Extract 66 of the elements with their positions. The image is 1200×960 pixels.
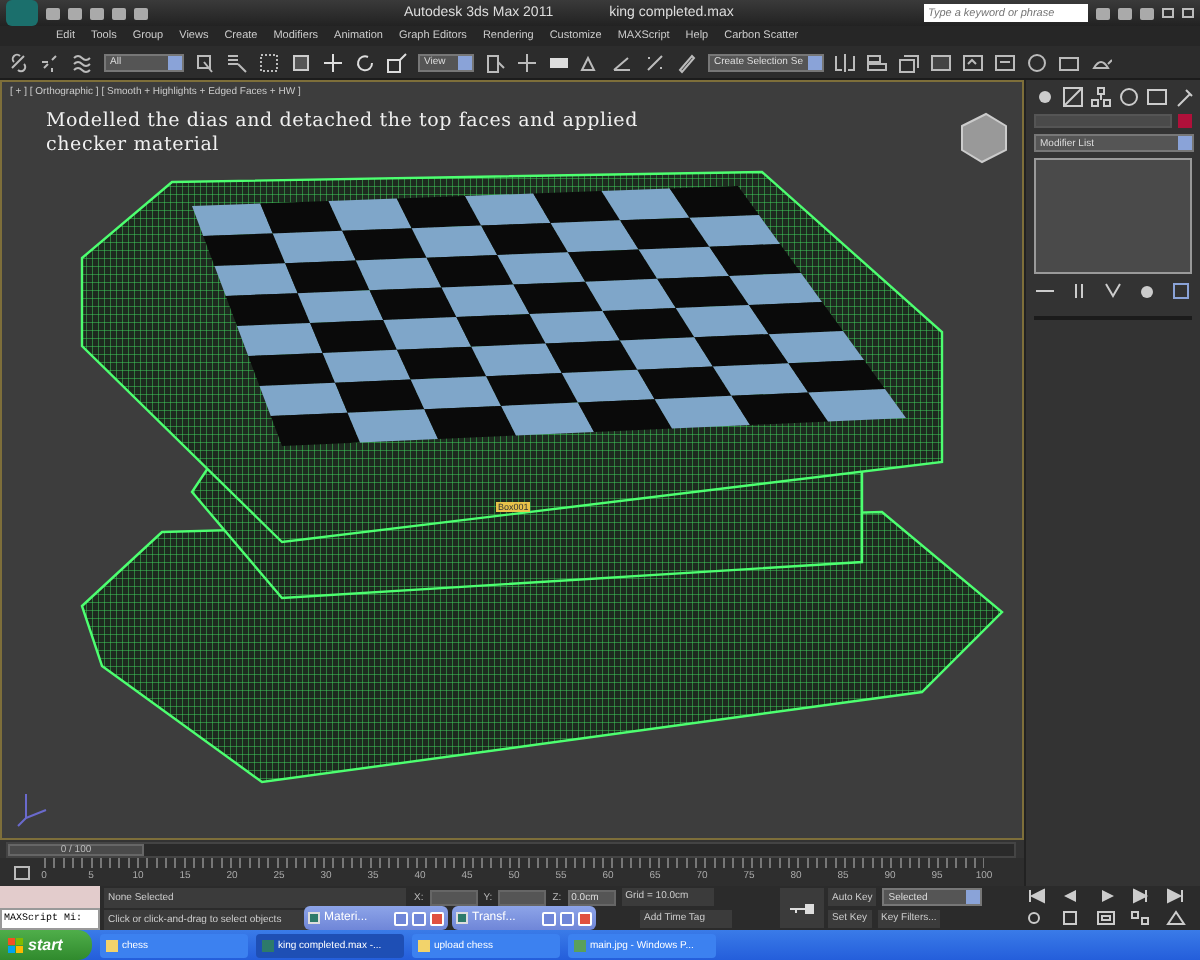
schematic-view-icon[interactable] bbox=[962, 51, 984, 73]
view-cube-icon[interactable] bbox=[961, 112, 1007, 164]
display-tab-icon[interactable] bbox=[1146, 86, 1168, 108]
percent-snap-icon[interactable] bbox=[644, 51, 666, 73]
angle-snap-icon[interactable] bbox=[612, 51, 634, 73]
object-color-swatch[interactable] bbox=[1178, 114, 1192, 128]
zoom-extents-icon[interactable] bbox=[1095, 909, 1116, 925]
pivot-icon[interactable] bbox=[484, 51, 506, 73]
align-icon[interactable] bbox=[866, 51, 888, 73]
utilities-tab-icon[interactable] bbox=[1174, 86, 1196, 108]
field-of-view-icon[interactable] bbox=[1165, 909, 1186, 925]
move-icon[interactable] bbox=[322, 51, 344, 73]
window-crossing-icon[interactable] bbox=[290, 51, 312, 73]
make-unique-icon[interactable] bbox=[1102, 280, 1124, 302]
scale-icon[interactable] bbox=[386, 51, 408, 73]
spacewarp-icon[interactable] bbox=[72, 51, 94, 73]
program-icon bbox=[574, 939, 586, 951]
y-coordinate-field[interactable] bbox=[498, 889, 547, 906]
motion-tab-icon[interactable] bbox=[1118, 86, 1140, 108]
remove-modifier-icon[interactable] bbox=[1136, 280, 1158, 302]
maximize-button[interactable] bbox=[412, 911, 426, 925]
window-app-icon bbox=[308, 912, 320, 924]
zoom-extents-all-icon[interactable] bbox=[1130, 909, 1151, 925]
material-editor-icon[interactable] bbox=[994, 51, 1016, 73]
chess-board-model-drawing[interactable] bbox=[80, 170, 1004, 784]
create-tab-icon[interactable] bbox=[1034, 86, 1056, 108]
go-to-end-icon[interactable] bbox=[1165, 888, 1186, 904]
graph-editor-icon[interactable] bbox=[930, 51, 952, 73]
hierarchy-tab-icon[interactable] bbox=[1090, 86, 1112, 108]
restore-button[interactable] bbox=[1182, 8, 1194, 18]
object-name-field[interactable] bbox=[1034, 114, 1172, 128]
axis-tripod-icon bbox=[17, 793, 47, 827]
rendered-frame-icon[interactable] bbox=[1058, 51, 1080, 73]
x-coordinate-field[interactable] bbox=[429, 889, 478, 906]
next-frame-icon[interactable] bbox=[1130, 888, 1151, 904]
select-object-icon[interactable] bbox=[194, 51, 216, 73]
render-setup-icon[interactable] bbox=[1026, 51, 1048, 73]
rotate-icon[interactable] bbox=[354, 51, 376, 73]
maxscript-listener-field[interactable] bbox=[0, 886, 100, 908]
axis-constraint-icon[interactable] bbox=[516, 51, 538, 73]
maximize-button[interactable] bbox=[560, 911, 574, 925]
key-icon bbox=[790, 903, 814, 913]
go-to-start-icon[interactable] bbox=[1026, 888, 1046, 904]
track-bar-icon[interactable] bbox=[14, 865, 30, 879]
edit-named-selection-icon[interactable] bbox=[676, 51, 698, 73]
minimize-button[interactable] bbox=[1162, 8, 1174, 18]
unlink-icon[interactable] bbox=[40, 51, 62, 73]
folder-icon bbox=[106, 939, 118, 951]
close-button[interactable] bbox=[578, 911, 592, 925]
rectangle-select-icon[interactable] bbox=[258, 51, 280, 73]
mirror-icon[interactable] bbox=[834, 51, 856, 73]
window-app-icon bbox=[456, 912, 468, 924]
configure-sets-icon[interactable] bbox=[1170, 280, 1192, 302]
start-button[interactable]: start bbox=[0, 930, 92, 960]
close-button[interactable] bbox=[430, 911, 444, 925]
layer-icon[interactable] bbox=[898, 51, 920, 73]
modify-tab-icon[interactable] bbox=[1062, 86, 1084, 108]
zoom-all-icon[interactable] bbox=[1060, 909, 1081, 925]
link-icon[interactable] bbox=[8, 51, 30, 73]
folder-icon bbox=[418, 939, 430, 951]
viewport-caption: Modelled the dias and detached the top faces and applied checker material bbox=[44, 108, 640, 161]
program-icon bbox=[262, 939, 274, 951]
zoom-icon[interactable] bbox=[1026, 909, 1046, 925]
set-keys-button[interactable] bbox=[780, 888, 824, 928]
select-by-name-icon[interactable] bbox=[226, 51, 248, 73]
windows-flag-icon bbox=[8, 937, 24, 953]
